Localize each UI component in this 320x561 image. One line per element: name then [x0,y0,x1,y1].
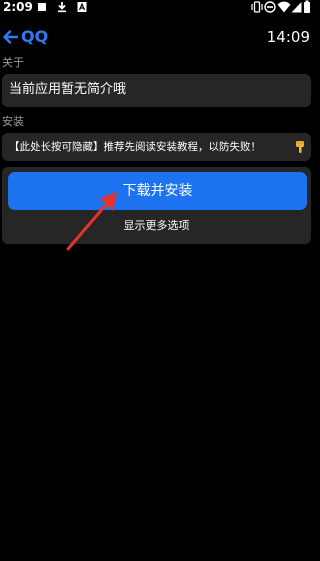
app-bar: QQ 14:09 [0,24,313,50]
show-more-options-link[interactable]: 显示更多选项 [2,219,311,233]
install-section-label: 安装 [2,115,24,128]
do-not-disturb-icon [264,1,276,13]
battery-icon [304,0,310,13]
signal-icon [291,2,302,13]
back-button[interactable]: QQ [3,27,48,47]
download-install-button[interactable]: 下载并安装 [8,172,307,210]
download-icon [58,2,66,13]
app-notification-icon [77,2,87,12]
install-notice-card[interactable]: 【此处长按可隐藏】推荐先阅读安装教程，以防失败！ [2,133,311,161]
install-notice-text: 【此处长按可隐藏】推荐先阅读安装教程，以防失败！ [9,141,261,153]
clock-display: 14:09 [266,28,310,46]
square-notification-icon [38,3,46,11]
install-action-card: 下载并安装 显示更多选项 [2,167,311,244]
status-bar: 2:09 [0,0,313,16]
about-card: 当前应用暂无简介哦 [2,74,311,107]
about-description: 当前应用暂无简介哦 [9,82,127,97]
app-title: QQ [21,27,49,46]
wifi-icon [277,1,291,13]
arrow-left-icon [3,30,18,44]
vibrate-icon [251,1,263,13]
about-section-label: 关于 [2,56,24,69]
pointing-down-hand-icon [296,141,304,153]
status-time: 2:09 [3,0,33,14]
